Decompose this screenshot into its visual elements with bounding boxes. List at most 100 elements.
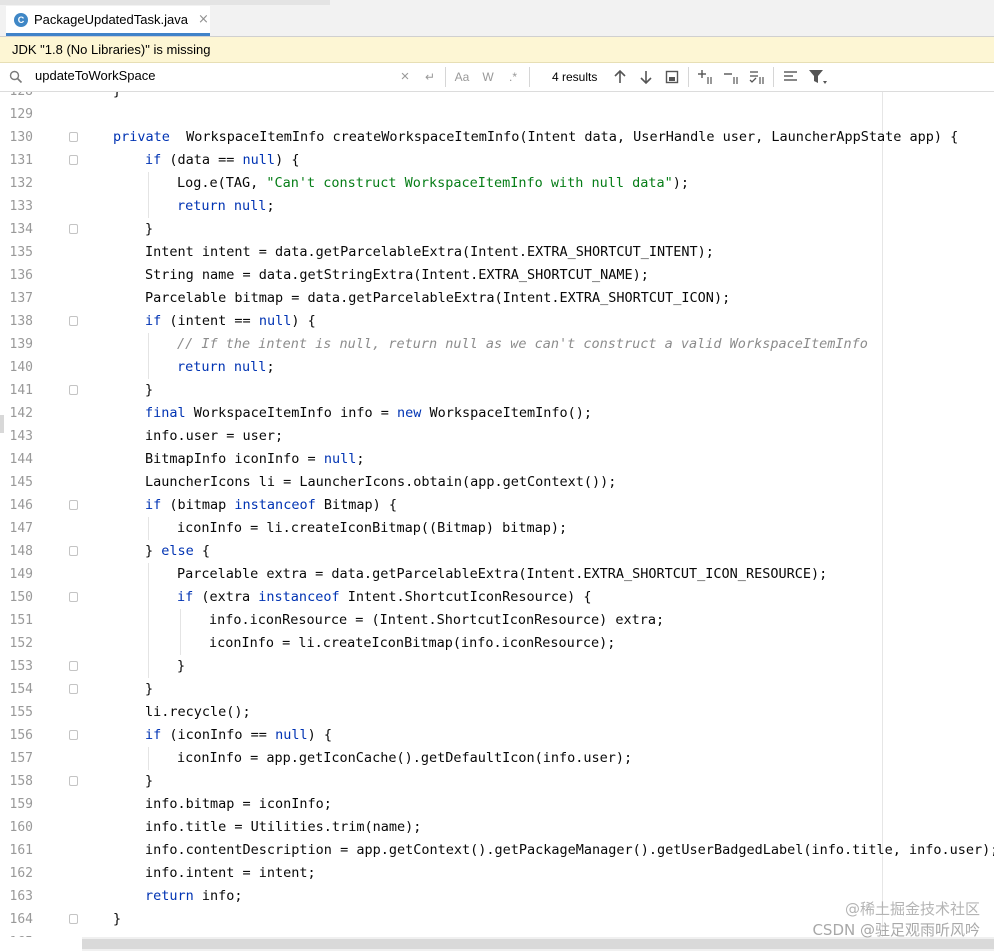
code-text: li.recycle(); — [145, 701, 251, 724]
fold-marker-icon[interactable] — [69, 546, 78, 556]
line-number: 130 — [9, 130, 33, 145]
code-text: info.bitmap = iconInfo; — [145, 793, 332, 816]
line-number: 134 — [9, 222, 33, 237]
fold-marker-icon[interactable] — [69, 500, 78, 510]
select-all-occurrences-icon[interactable] — [749, 69, 767, 85]
line-number: 131 — [9, 153, 33, 168]
indent-guide — [148, 563, 149, 586]
next-occurrence-icon[interactable] — [639, 69, 653, 85]
filter-search-results-icon[interactable] — [808, 69, 828, 85]
fold-marker-icon[interactable] — [69, 385, 78, 395]
indent-guide — [148, 747, 149, 770]
keyword-token: return — [177, 198, 226, 214]
code-text: if (bitmap instanceof Bitmap) { — [145, 494, 397, 517]
code-token: } — [145, 543, 162, 559]
code-token: iconInfo = li.createIconBitmap(info.icon… — [209, 635, 616, 651]
code-line: 158} — [0, 770, 994, 793]
fold-marker-icon[interactable] — [69, 155, 78, 165]
code-line: 145 LauncherIcons li = LauncherIcons.obta… — [0, 471, 994, 494]
code-line: 146 if (bitmap instanceof Bitmap) { — [0, 494, 994, 517]
code-token: info.contentDescription = app.getContext… — [145, 842, 994, 858]
code-token: { — [193, 543, 211, 559]
keyword-token: if — [145, 313, 162, 329]
fold-marker-icon[interactable] — [69, 592, 78, 602]
watermark: @稀土掘金技术社区 CSDN @驻足观雨听风吟 — [812, 899, 980, 941]
line-number: 150 — [9, 590, 33, 605]
fold-marker-icon[interactable] — [69, 730, 78, 740]
line-number: 157 — [9, 751, 33, 766]
keyword-token: return — [177, 359, 226, 375]
code-line: 135 Intent intent = data.getParcelableExt… — [0, 241, 994, 264]
line-number: 144 — [9, 452, 33, 467]
whole-words-toggle[interactable]: W — [480, 68, 496, 86]
code-line: 139 // If the intent is null, return null… — [0, 333, 994, 356]
fold-marker-icon[interactable] — [69, 914, 78, 924]
code-token: info.user = user; — [145, 428, 284, 444]
line-number: 161 — [9, 843, 33, 858]
search-history-icon[interactable]: ↵ — [422, 68, 438, 86]
fold-marker-icon[interactable] — [69, 224, 78, 234]
code-token: ; — [356, 451, 365, 467]
line-number: 133 — [9, 199, 33, 214]
watermark-line-2: CSDN @驻足观雨听风吟 — [812, 921, 980, 939]
line-number: 139 — [9, 337, 33, 352]
regex-toggle[interactable]: .* — [505, 68, 521, 86]
keyword-token: private — [113, 129, 170, 145]
code-text: return null; — [177, 356, 275, 379]
code-line: 159 info.bitmap = iconInfo; — [0, 793, 994, 816]
jdk-missing-banner: JDK "1.8 (No Libraries)" is missing — [0, 37, 994, 63]
line-number: 148 — [9, 544, 33, 559]
search-input[interactable]: updateToWorkSpace — [35, 68, 155, 83]
code-token: } — [145, 773, 154, 789]
close-tab-icon[interactable]: × — [198, 12, 209, 27]
fold-marker-icon[interactable] — [69, 776, 78, 786]
code-token: info.intent = intent; — [145, 865, 316, 881]
indent-guide — [148, 195, 149, 218]
remove-occurrence-icon[interactable] — [723, 69, 741, 85]
code-line: 132 Log.e(TAG, "Can't construct Workspace… — [0, 172, 994, 195]
keyword-token: instanceof — [258, 589, 340, 605]
line-number: 159 — [9, 797, 33, 812]
code-token: } — [145, 681, 154, 697]
code-token: (extra — [193, 589, 259, 605]
add-occurrence-icon[interactable] — [697, 69, 715, 85]
keyword-token: if — [145, 497, 162, 513]
code-token: (intent == — [161, 313, 259, 329]
match-case-toggle[interactable]: Aa — [452, 68, 472, 86]
code-token: li.recycle(); — [145, 704, 251, 720]
code-text: info.intent = intent; — [145, 862, 316, 885]
comment-token: // If the intent is null, return null as… — [177, 336, 868, 352]
code-line: 138 if (intent == null) { — [0, 310, 994, 333]
code-line: 147 iconInfo = li.createIconBitmap((Bitma… — [0, 517, 994, 540]
code-editor[interactable]: 128} 129 130 private WorkspaceItemInfo crea… — [0, 92, 994, 937]
code-line: 136 String name = data.getStringExtra(Int… — [0, 264, 994, 287]
code-text: } — [145, 379, 153, 402]
fold-marker-icon[interactable] — [69, 316, 78, 326]
code-text: Log.e(TAG, "Can't construct WorkspaceIte… — [177, 172, 689, 195]
keyword-token: if — [145, 727, 162, 743]
code-line: 130 private WorkspaceItemInfo createWorks… — [0, 126, 994, 149]
string-token: "Can't construct WorkspaceItemInfo with … — [266, 175, 673, 191]
code-line: 160 info.title = Utilities.trim(name); — [0, 816, 994, 839]
code-line: 140 return null; — [0, 356, 994, 379]
fold-marker-icon[interactable] — [69, 132, 78, 142]
code-token: String name = data.getStringExtra(Intent… — [145, 267, 649, 283]
fold-marker-icon[interactable] — [69, 661, 78, 671]
filter-lines-icon[interactable] — [783, 70, 799, 84]
show-all-occurrences-icon[interactable] — [665, 70, 679, 84]
code-line: 161 info.contentDescription = app.getCont… — [0, 839, 994, 862]
clear-search-icon[interactable]: × — [398, 68, 412, 86]
keyword-token: return — [145, 888, 194, 904]
code-line: 148} else { — [0, 540, 994, 563]
previous-occurrence-icon[interactable] — [613, 69, 627, 85]
search-icon — [9, 70, 23, 84]
code-line: 151 info.iconResource = (Intent.ShortcutI… — [0, 609, 994, 632]
tab-package-updated-task[interactable]: C PackageUpdatedTask.java × — [6, 6, 210, 36]
keyword-token: if — [177, 589, 194, 605]
line-number: 160 — [9, 820, 33, 835]
code-token: ) { — [291, 313, 316, 329]
line-number: 145 — [9, 475, 33, 490]
fold-marker-icon[interactable] — [69, 684, 78, 694]
